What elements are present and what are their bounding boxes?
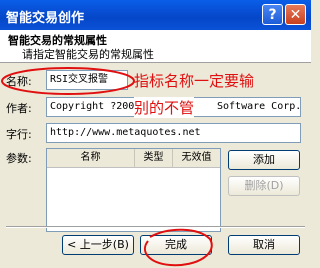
help-icon: ? [268,7,277,23]
column-header-type[interactable]: 类型 [135,149,173,167]
params-table[interactable]: 名称 类型 无效值 [46,148,221,232]
column-header-default[interactable]: 无效值 [173,149,220,167]
name-annotation: 指标名称一定要输 [134,72,255,90]
header-subtitle: 请指定智能交易的常规属性 [22,48,154,61]
finish-circle-annotation [143,228,213,267]
wizard-header: 智能交易的常规属性 请指定智能交易的常规属性 [0,30,311,63]
cancel-button[interactable]: 取消 [228,235,300,255]
author-label: 作者: [6,102,32,115]
column-header-name[interactable]: 名称 [47,149,135,167]
author-annotation: 别的不管 [134,97,195,118]
close-icon: ✕ [289,7,302,23]
name-circle-annotation [1,67,135,95]
add-button[interactable]: 添加 [228,150,300,170]
back-button[interactable]: < 上一步(B) [62,235,134,255]
link-field[interactable]: http://www.metaquotes.net [46,123,301,143]
author-value: Copyright ?200 [50,101,135,112]
help-button[interactable]: ? [262,4,283,25]
link-label: 字行: [6,128,32,141]
delete-button[interactable]: 删除(D) [228,176,300,196]
window-title: 智能交易创作 [6,11,85,26]
dialog-window: 智能交易创作 ? ✕ 智能交易的常规属性 请指定智能交易的常规属性 名称: RS… [0,0,311,268]
author-value-tail: Software Corp. [217,101,301,112]
params-label: 参数: [6,152,32,165]
close-button[interactable]: ✕ [285,4,306,25]
params-table-header: 名称 类型 无效值 [47,149,220,168]
title-bar[interactable]: 智能交易创作 ? ✕ [0,0,311,30]
